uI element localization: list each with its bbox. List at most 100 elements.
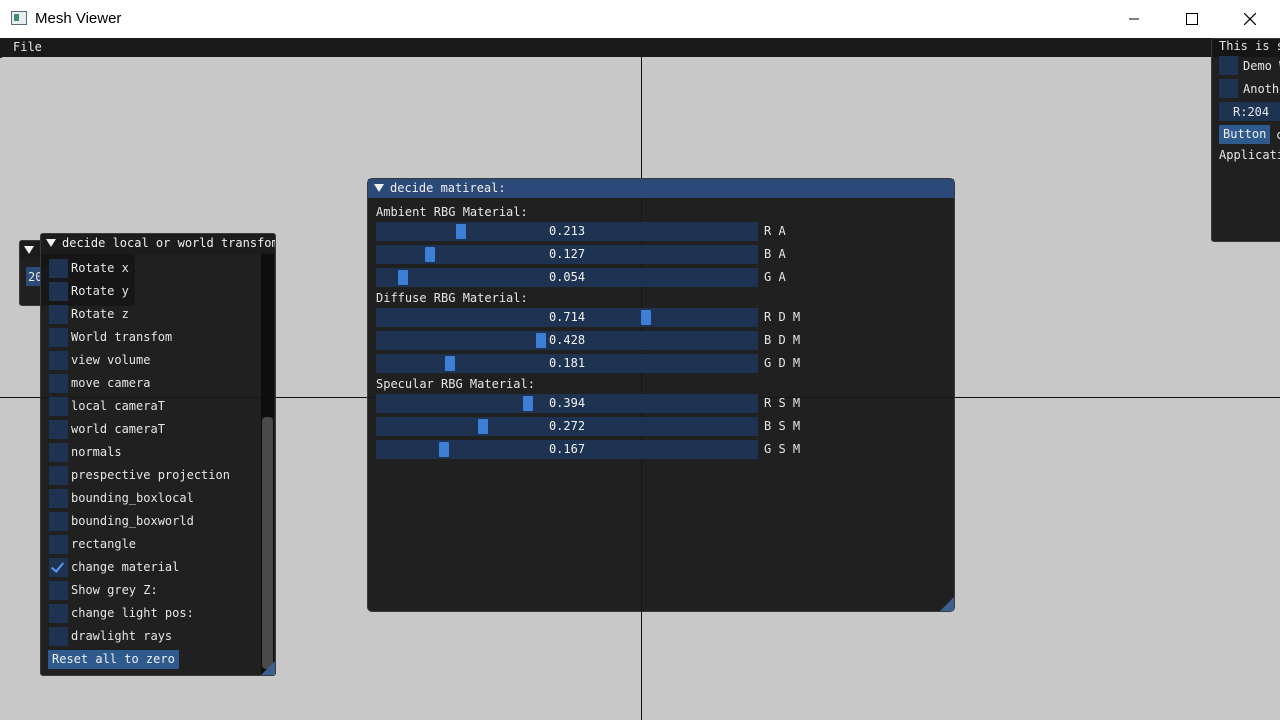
material-section-heading: Diffuse RBG Material: — [376, 291, 528, 305]
close-icon — [1244, 13, 1256, 25]
slider-label: R D M — [764, 310, 801, 324]
slider-label: R S M — [764, 396, 801, 410]
demo-window-checkbox[interactable] — [1219, 56, 1238, 75]
resize-grip[interactable] — [261, 661, 275, 675]
material-window[interactable]: decide matireal: Ambient RBG Material: 0.… — [367, 178, 955, 612]
option-checkbox[interactable] — [49, 397, 68, 416]
scrollbar-thumb[interactable] — [262, 417, 273, 669]
slider-value: 0.054 — [548, 270, 586, 284]
option-label: World transfom — [71, 330, 173, 344]
title-bar: Mesh Viewer — [0, 0, 1280, 38]
reset-all-button[interactable]: Reset all to zero — [48, 650, 179, 669]
menu-bar: File — [0, 38, 1280, 58]
material-slider[interactable]: 0.054 — [376, 268, 758, 287]
material-slider[interactable]: 0.428 — [376, 331, 758, 350]
option-checkbox[interactable] — [49, 259, 68, 278]
slider-label: G D M — [764, 356, 801, 370]
slider-label: B A — [764, 247, 786, 261]
material-slider[interactable]: 0.272 — [376, 417, 758, 436]
resize-grip[interactable] — [940, 597, 954, 611]
transform-window-header[interactable]: decide local or world transfom: — [41, 234, 275, 254]
app-icon — [11, 11, 27, 25]
option-checkbox[interactable] — [49, 535, 68, 554]
slider-label: R A — [764, 224, 786, 238]
material-slider[interactable]: 0.213 — [376, 222, 758, 241]
option-label: world cameraT — [71, 422, 165, 436]
option-checkbox[interactable] — [49, 351, 68, 370]
slider-value: 0.272 — [548, 419, 586, 433]
option-checkbox[interactable] — [49, 581, 68, 600]
transform-window[interactable]: decide local or world transfom: Rotate x… — [40, 233, 276, 676]
option-checkbox[interactable] — [49, 604, 68, 623]
slider-label: G S M — [764, 442, 801, 456]
minimize-button[interactable] — [1111, 0, 1157, 38]
demo-window-title: This is s — [1219, 39, 1280, 53]
slider-value: 0.428 — [548, 333, 586, 347]
window-title: Mesh Viewer — [35, 10, 122, 27]
demo-window-checkbox-label: Demo W — [1243, 59, 1280, 73]
collapse-arrow-icon[interactable] — [24, 246, 34, 254]
option-label: Rotate y — [71, 284, 129, 298]
slider-value: 0.714 — [548, 310, 586, 324]
minimize-icon — [1129, 18, 1139, 20]
option-checkbox[interactable] — [49, 466, 68, 485]
maximize-button[interactable] — [1169, 0, 1215, 38]
option-label: change light pos: — [71, 606, 194, 620]
maximize-icon — [1186, 13, 1198, 25]
option-checkbox[interactable] — [49, 282, 68, 301]
material-slider[interactable]: 0.714 — [376, 308, 758, 327]
option-checkbox[interactable] — [49, 512, 68, 531]
option-checkbox[interactable] — [49, 328, 68, 347]
slider-label: B D M — [764, 333, 801, 347]
another-window-checkbox-label: Anothe — [1243, 82, 1280, 96]
another-window-checkbox[interactable] — [1219, 79, 1238, 98]
option-label: rectangle — [71, 537, 137, 551]
material-slider[interactable]: 0.394 — [376, 394, 758, 413]
option-label: change material — [71, 560, 180, 574]
material-section-heading: Ambient RBG Material: — [376, 205, 528, 219]
collapse-arrow-icon[interactable] — [374, 184, 384, 192]
option-checkbox[interactable] — [49, 305, 68, 324]
option-checkbox[interactable] — [49, 374, 68, 393]
demo-button-trail-text: c — [1276, 128, 1280, 142]
transform-window-scrollbar[interactable] — [261, 254, 274, 674]
color-channel-field[interactable]: R:204 — [1219, 102, 1280, 121]
slider-value: 0.181 — [548, 356, 586, 370]
slider-label: B S M — [764, 419, 801, 433]
demo-button[interactable]: Button — [1219, 125, 1271, 144]
option-label: local cameraT — [71, 399, 165, 413]
demo-window[interactable]: This is s Demo W Anothe R:204 Button c A… — [1211, 38, 1280, 242]
material-window-header[interactable]: decide matireal: — [368, 179, 954, 198]
option-label: bounding_boxlocal — [71, 491, 194, 505]
option-checkbox[interactable] — [49, 443, 68, 462]
option-checkbox[interactable] — [49, 489, 68, 508]
slider-label: G A — [764, 270, 786, 284]
option-checkbox[interactable] — [49, 420, 68, 439]
collapse-arrow-icon[interactable] — [46, 239, 56, 247]
material-window-title: decide matireal: — [390, 181, 506, 195]
option-label: normals — [71, 445, 122, 459]
option-label: prespective projection — [71, 468, 230, 482]
option-label: Show grey Z: — [71, 583, 158, 597]
option-label: view volume — [71, 353, 151, 367]
slider-value: 0.127 — [548, 247, 586, 261]
close-button[interactable] — [1227, 0, 1273, 38]
option-checkbox[interactable] — [49, 558, 68, 577]
color-channel-value: R:204 — [1233, 105, 1270, 119]
material-slider[interactable]: 0.167 — [376, 440, 758, 459]
material-slider[interactable]: 0.127 — [376, 245, 758, 264]
option-label: bounding_boxworld — [71, 514, 194, 528]
slider-value: 0.167 — [548, 442, 586, 456]
option-label: drawlight rays — [71, 629, 173, 643]
option-label: Rotate x — [71, 261, 129, 275]
menu-file[interactable]: File — [13, 40, 42, 54]
transform-window-title: decide local or world transfom: — [62, 236, 275, 250]
slider-value: 0.394 — [548, 396, 586, 410]
option-label: Rotate z — [71, 307, 129, 321]
application-stats-text: Applicati — [1219, 148, 1280, 162]
material-slider[interactable]: 0.181 — [376, 354, 758, 373]
option-checkbox[interactable] — [49, 627, 68, 646]
slider-value: 0.213 — [548, 224, 586, 238]
material-section-heading: Specular RBG Material: — [376, 377, 535, 391]
option-label: move camera — [71, 376, 151, 390]
